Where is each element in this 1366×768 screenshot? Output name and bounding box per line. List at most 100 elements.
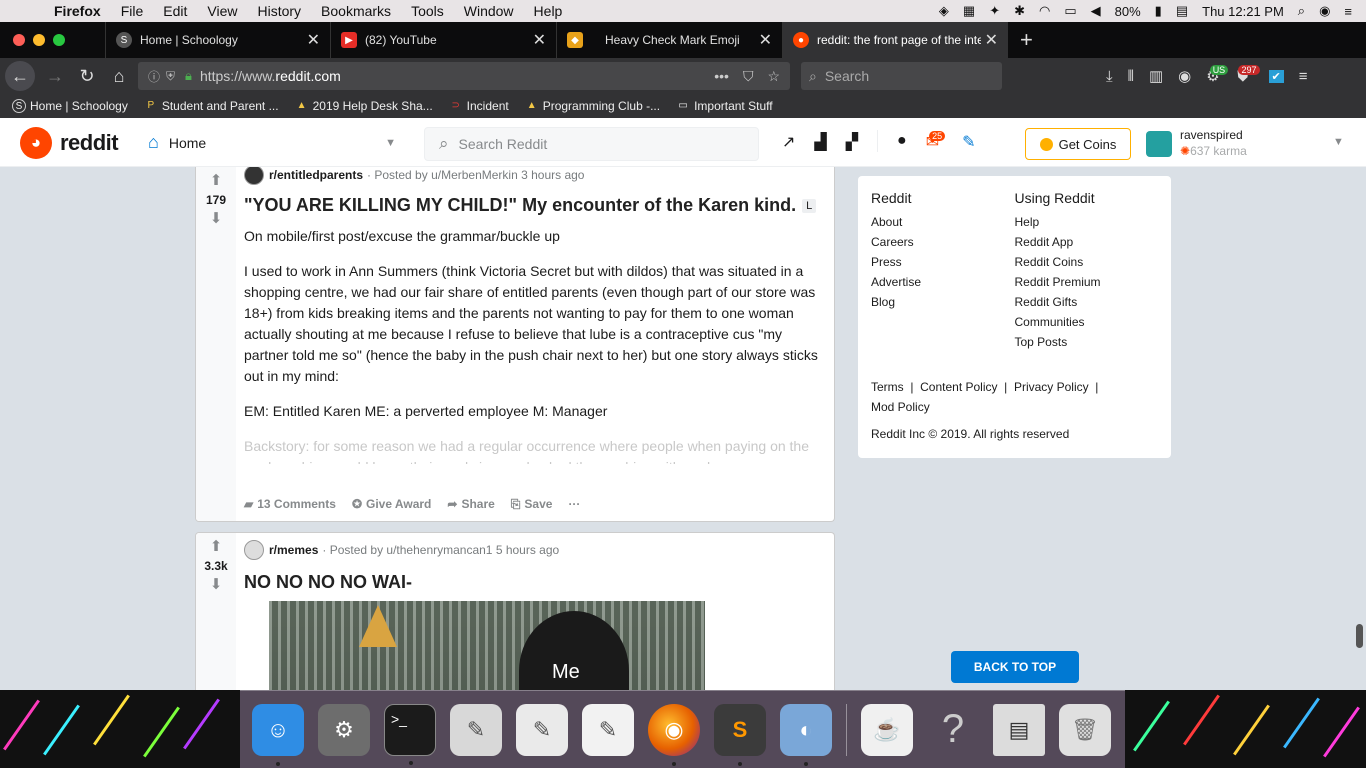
footer-link-press[interactable]: Press [871,255,1015,270]
url-bar[interactable]: ⓘ ⛨ 🔒︎ https://www. reddit.com ••• ⛉ ☆ [138,62,790,90]
give-award-button[interactable]: ✪ Give Award [352,497,431,511]
footer-link-terms[interactable]: Terms [871,380,904,394]
post-title[interactable]: "YOU ARE KILLING MY CHILD!" My encounter… [244,195,820,216]
post-title[interactable]: NO NO NO NO WAI- [244,572,820,593]
footer-link-communities[interactable]: Communities [1015,315,1159,330]
ublock-extension-icon[interactable]: ⛊297 [1237,64,1269,85]
script-editor-icon[interactable]: ✎ [450,703,502,756]
footer-link-careers[interactable]: Careers [871,235,1015,250]
unknown-app-icon[interactable]: ? [927,704,979,756]
create-post-icon[interactable]: ✎ [962,132,975,152]
footer-link-reddit-gifts[interactable]: Reddit Gifts [1015,295,1159,310]
extension-check-icon[interactable]: ✔ [1268,69,1284,83]
bookmark-incident[interactable]: ⊃ Incident [449,99,508,113]
footer-link-reddit-premium[interactable]: Reddit Premium [1015,275,1159,290]
wifi-icon[interactable]: ◠ [1039,3,1050,19]
battery-percent[interactable]: 80% [1115,4,1141,19]
finder-icon[interactable]: ☺ [252,703,304,766]
menu-window[interactable]: Window [464,3,514,19]
spotlight-icon[interactable]: ⌕ [1298,3,1305,19]
bookmark-student-parent[interactable]: P Student and Parent ... [144,99,279,113]
trending-icon[interactable]: ↗ [782,132,795,152]
footer-link-help[interactable]: Help [1015,215,1159,230]
post-card[interactable]: ⬆ 3.3k ⬇ r/memes · Posted by u/thehenrym… [195,532,835,702]
upvote-icon[interactable]: ⬆ [210,539,223,555]
footer-link-reddit-coins[interactable]: Reddit Coins [1015,255,1159,270]
close-icon[interactable]: ✕ [755,30,772,50]
menu-tools[interactable]: Tools [411,3,444,19]
footer-link-about[interactable]: About [871,215,1015,230]
close-icon[interactable]: ✕ [529,30,546,50]
downloads-icon[interactable]: ⤓ [1106,68,1113,85]
bluetooth-icon[interactable]: ✱ [1014,3,1025,19]
battery-icon[interactable]: ▮ [1155,3,1162,19]
tracking-shield-icon[interactable]: ⛨ [166,69,175,84]
flag-icon[interactable]: ▤ [1176,3,1188,19]
footer-link-mod-policy[interactable]: Mod Policy [871,400,930,414]
system-preferences-icon[interactable]: ⚙ [318,703,370,756]
post-card[interactable]: ⬆ 179 ⬇ r/entitledparents · Posted by u/… [195,167,835,522]
close-window-button[interactable] [13,34,25,46]
subreddit-icon[interactable] [244,540,264,560]
terminal-icon[interactable]: >_ [384,703,436,765]
chat-icon[interactable]: ● [897,132,907,152]
reddit-search-input[interactable]: ⌕ Search Reddit [424,127,759,161]
more-options-button[interactable]: ··· [568,497,580,511]
get-coins-button[interactable]: Get Coins [1025,128,1131,160]
bookmark-programming-club[interactable]: ▲ Programming Club -... [525,99,660,113]
tab-heavy-check-mark[interactable]: ◆ Heavy Check Mark Emoji ✕ [556,22,782,58]
notification-center-icon[interactable]: ≡ [1344,4,1352,19]
script-icon[interactable]: ✦ [989,3,1000,19]
post-title-text[interactable]: "YOU ARE KILLING MY CHILD!" My encounter… [244,195,796,216]
page-actions-icon[interactable]: ••• [714,68,729,85]
bookmark-help-desk[interactable]: ▲ 2019 Help Desk Sha... [295,99,433,113]
volume-icon[interactable]: ◀ [1091,3,1101,19]
menu-file[interactable]: File [121,3,144,19]
mail-icon[interactable]: ✉25 [926,131,955,152]
all-icon[interactable]: ▞ [846,132,858,152]
siri-icon[interactable]: ◉ [1319,3,1330,19]
close-icon[interactable]: ✕ [980,30,998,50]
subreddit-link[interactable]: r/entitledparents [269,168,363,182]
sidebar-icon[interactable]: ▥ [1149,67,1163,85]
jar-launcher-icon[interactable]: ☕ [861,703,913,756]
account-icon[interactable]: ◉ [1178,67,1191,85]
notes-icon[interactable]: ✎ [582,703,634,756]
preview-icon[interactable]: ◐ [780,703,832,766]
close-icon[interactable]: ✕ [303,30,320,50]
clock[interactable]: Thu 12:21 PM [1202,4,1284,19]
home-dropdown[interactable]: ⌂ Home ▼ [148,132,396,153]
share-button[interactable]: ➦ Share [447,497,494,511]
reload-icon[interactable]: ↻ [71,66,103,87]
trash-icon[interactable]: 🗑︎ [1059,703,1111,756]
reddit-logo[interactable]: ◕ reddit [20,127,119,159]
zoom-window-button[interactable] [53,34,65,46]
display-icon[interactable]: ▦ [963,3,975,19]
footer-link-reddit-app[interactable]: Reddit App [1015,235,1159,250]
firefox-icon[interactable]: ◉ [648,703,700,766]
menu-help[interactable]: Help [534,3,563,19]
menu-icon[interactable]: ≡ [1299,68,1308,85]
sublime-text-icon[interactable]: S [714,703,766,766]
comments-button[interactable]: ▰ 13 Comments [244,497,336,511]
save-button[interactable]: ⎘ Save [511,497,553,512]
tab-schoology[interactable]: S Home | Schoology ✕ [105,22,330,58]
back-arrow-icon[interactable]: ← [5,61,35,91]
site-info-icon[interactable]: ⓘ [148,68,160,85]
footer-link-content-policy[interactable]: Content Policy [920,380,997,394]
screen-capture-icon[interactable]: ▤ [993,703,1045,756]
textedit-icon[interactable]: ✎ [516,703,568,756]
forward-arrow-icon[interactable]: → [39,66,71,87]
scrollbar-thumb[interactable] [1356,624,1363,648]
footer-link-blog[interactable]: Blog [871,295,1015,310]
bookmark-star-icon[interactable]: ☆ [767,68,780,85]
subreddit-link[interactable]: r/memes [269,543,318,557]
airplay-icon[interactable]: ▭ [1064,3,1076,19]
bookmark-important-stuff[interactable]: ▭ Important Stuff [676,99,772,113]
tab-youtube[interactable]: ▶ (82) YouTube ✕ [330,22,556,58]
menu-view[interactable]: View [207,3,237,19]
subreddit-icon[interactable] [244,167,264,185]
post-title-text[interactable]: NO NO NO NO WAI- [244,572,412,593]
footer-link-advertise[interactable]: Advertise [871,275,1015,290]
menu-bookmarks[interactable]: Bookmarks [321,3,391,19]
